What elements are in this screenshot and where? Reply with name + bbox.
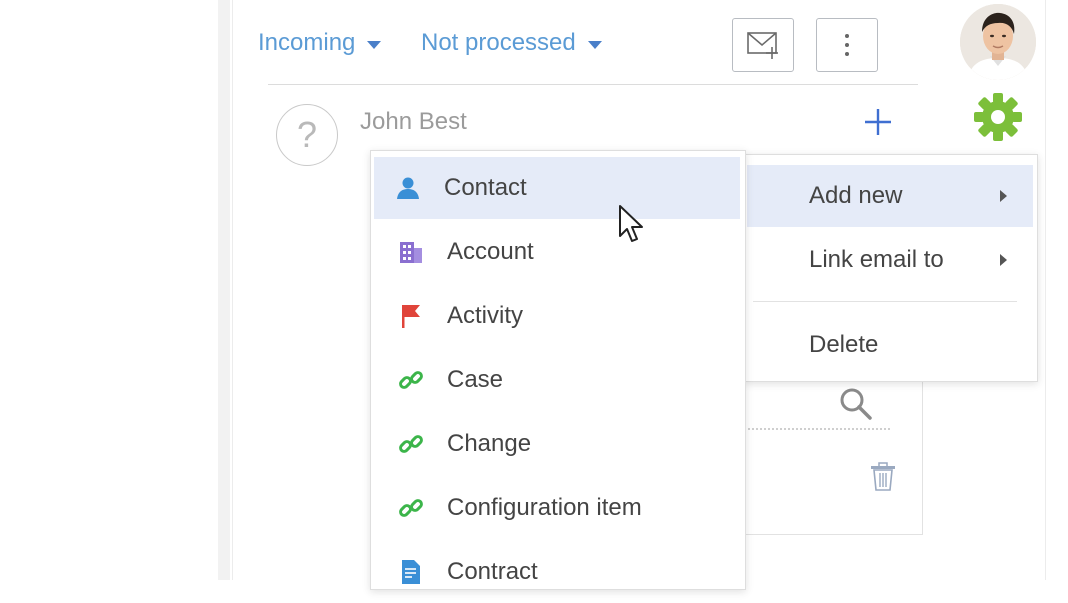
caret-down-icon xyxy=(367,41,382,49)
document-icon xyxy=(397,559,425,585)
menu-item-link-email-to-label: Link email to xyxy=(809,246,944,273)
submenu-item-configuration-item[interactable]: Configuration item xyxy=(377,477,739,539)
trash-icon[interactable] xyxy=(870,462,896,492)
submenu-arrow-icon xyxy=(1000,190,1007,202)
status-filter[interactable]: Not processed xyxy=(421,28,602,58)
submenu-item-label: Activity xyxy=(447,302,524,329)
email-sender: John Best xyxy=(360,108,467,135)
submenu-item-label: Contract xyxy=(447,558,538,585)
link-icon xyxy=(397,367,425,393)
vertical-dots-icon xyxy=(845,34,849,56)
submenu-item-contact[interactable]: Contact xyxy=(374,157,740,219)
submenu-arrow-icon xyxy=(1000,254,1007,266)
gear-icon[interactable] xyxy=(972,91,1024,143)
plus-icon[interactable] xyxy=(862,106,894,138)
email-context-menu: Add new Link email to Delete xyxy=(744,154,1038,382)
search-field-underline xyxy=(744,428,890,430)
user-avatar[interactable] xyxy=(960,4,1036,80)
link-icon xyxy=(397,431,425,457)
submenu-item-activity[interactable]: Activity xyxy=(377,285,739,347)
menu-item-link-email-to[interactable]: Link email to xyxy=(747,229,1033,291)
toolbar-divider xyxy=(268,84,918,85)
submenu-item-label: Contact xyxy=(444,174,527,201)
unknown-contact-icon: ? xyxy=(276,104,338,166)
more-actions-button[interactable] xyxy=(816,18,878,72)
avatar-image xyxy=(960,4,1036,80)
building-icon xyxy=(397,240,425,264)
submenu-item-change[interactable]: Change xyxy=(377,413,739,475)
new-email-button[interactable] xyxy=(732,18,794,72)
menu-item-delete-label: Delete xyxy=(809,331,879,358)
menu-item-delete[interactable]: Delete xyxy=(747,315,1033,375)
status-filter-label: Not processed xyxy=(421,29,576,56)
submenu-item-label: Change xyxy=(447,430,532,457)
submenu-item-contract[interactable]: Contract xyxy=(377,541,739,603)
link-icon xyxy=(397,495,425,521)
menu-item-add-new[interactable]: Add new xyxy=(747,165,1033,227)
email-card-border xyxy=(744,382,923,535)
add-new-submenu: Contact Account Activity Case Change Con… xyxy=(370,150,746,590)
right-panel-edge xyxy=(1046,0,1068,580)
person-icon xyxy=(394,176,422,200)
menu-item-add-new-label: Add new xyxy=(809,182,903,209)
submenu-item-label: Case xyxy=(447,366,504,393)
new-email-icon xyxy=(747,32,778,59)
search-icon[interactable] xyxy=(838,386,874,422)
submenu-item-account[interactable]: Account xyxy=(377,221,739,283)
direction-filter[interactable]: Incoming xyxy=(258,28,382,58)
left-panel-edge xyxy=(218,0,230,580)
submenu-item-case[interactable]: Case xyxy=(377,349,739,411)
caret-down-icon xyxy=(587,41,602,49)
flag-icon xyxy=(397,303,425,329)
menu-separator xyxy=(753,301,1017,302)
submenu-item-label: Account xyxy=(447,238,534,265)
mouse-cursor-icon xyxy=(619,205,643,242)
direction-filter-label: Incoming xyxy=(258,29,356,56)
submenu-item-label: Configuration item xyxy=(447,494,642,521)
